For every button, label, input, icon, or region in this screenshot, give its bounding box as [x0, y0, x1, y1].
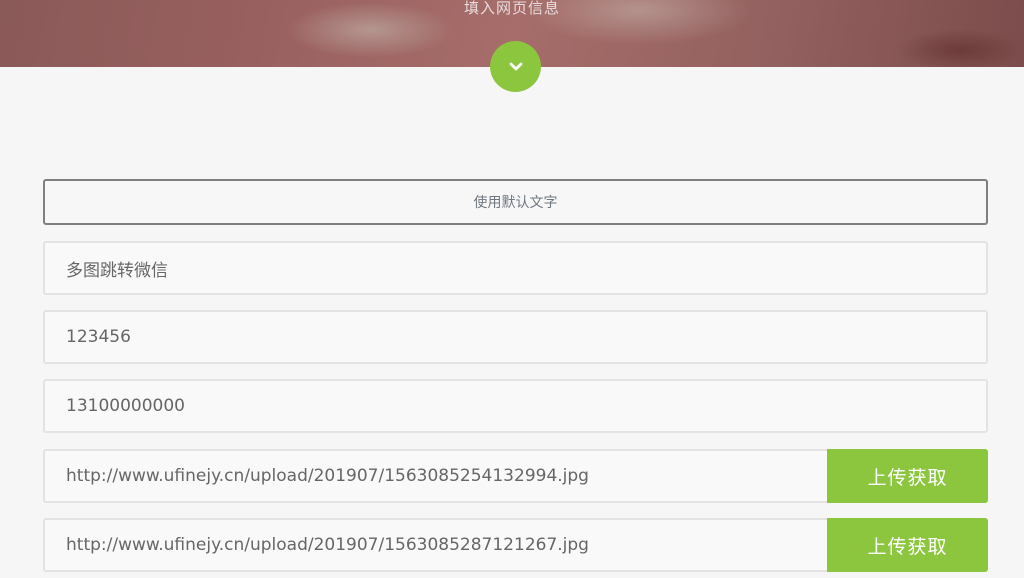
password-field — [43, 310, 988, 364]
chevron-down-icon — [509, 62, 522, 70]
image-url-input[interactable] — [45, 519, 827, 571]
upload-fetch-button[interactable]: 上传获取 — [827, 518, 988, 572]
image-url-input[interactable] — [45, 450, 827, 502]
scroll-down-button[interactable] — [490, 41, 541, 92]
image-url-row: 上传获取 — [43, 449, 988, 503]
image-url-row: 上传获取 — [43, 518, 988, 572]
phone-field — [43, 379, 988, 433]
title-input[interactable] — [45, 242, 986, 294]
use-default-text-button[interactable]: 使用默认文字 — [43, 179, 988, 225]
upload-fetch-button[interactable]: 上传获取 — [827, 449, 988, 503]
title-field — [43, 241, 988, 295]
password-input[interactable] — [45, 311, 986, 363]
phone-input[interactable] — [45, 380, 986, 432]
hero-subtitle: 填入网页信息 — [463, 0, 560, 17]
